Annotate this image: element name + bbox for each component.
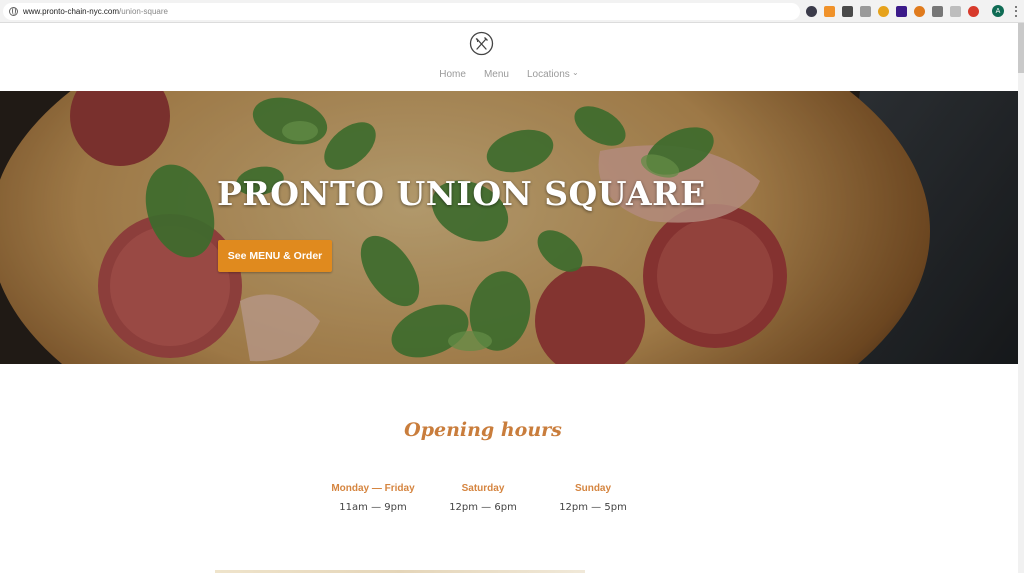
site-header: Home Menu Locations [0,23,1018,91]
extensions-area: A [806,5,1018,17]
dark-circle-icon[interactable] [806,5,817,17]
gear-flower-icon[interactable] [878,5,889,17]
hours-day-label: Sunday [574,483,612,494]
shield-icon[interactable] [968,5,979,17]
hours-time-value: 12pm — 5pm [559,502,627,513]
hours-weekdays: Monday — Friday 11am — 9pm [318,483,428,513]
w-icon[interactable] [896,5,907,17]
location-title: PRONTO UNION SQUARE [217,174,706,213]
nav-locations-dropdown[interactable]: Locations [527,69,579,80]
see-menu-order-button[interactable]: See MENU & Order [218,240,332,272]
rss-icon[interactable] [824,5,835,17]
note-icon[interactable] [860,5,871,17]
hero-banner: PRONTO UNION SQUARE See MENU & Order [0,91,1018,364]
hours-sunday: Sunday 12pm — 5pm [538,483,648,513]
m-icon[interactable] [842,5,853,17]
pizza-hero-image [0,91,1018,364]
globe-icon [9,7,18,16]
opening-hours-table: Monday — Friday 11am — 9pm Saturday 12pm… [318,483,648,513]
bug-icon[interactable] [914,5,925,17]
hours-day-label: Saturday [461,483,505,494]
hours-time-value: 11am — 9pm [339,502,407,513]
main-nav: Home Menu Locations [0,69,1018,80]
restaurant-logo-icon[interactable] [469,31,494,56]
hours-day-label: Monday — Friday [331,483,415,494]
address-bar[interactable]: www.pronto-chain-nyc.com/union-square [3,3,800,20]
nav-home[interactable]: Home [439,69,466,80]
opening-hours-heading: Opening hours [404,419,562,441]
hours-time-value: 12pm — 6pm [449,502,517,513]
page-scrollbar[interactable] [1018,23,1024,573]
scrollbar-thumb[interactable] [1018,23,1024,73]
profile-avatar[interactable]: A [992,5,1004,17]
nav-menu[interactable]: Menu [484,69,509,80]
check-icon[interactable] [950,5,961,17]
browser-menu-icon[interactable] [1015,5,1018,17]
hours-saturday: Saturday 12pm — 6pm [428,483,538,513]
browser-toolbar: www.pronto-chain-nyc.com/union-square A [0,0,1024,23]
flag-icon[interactable] [932,5,943,17]
url-path: /union-square [119,7,168,16]
url-host: www.pronto-chain-nyc.com [23,7,120,16]
